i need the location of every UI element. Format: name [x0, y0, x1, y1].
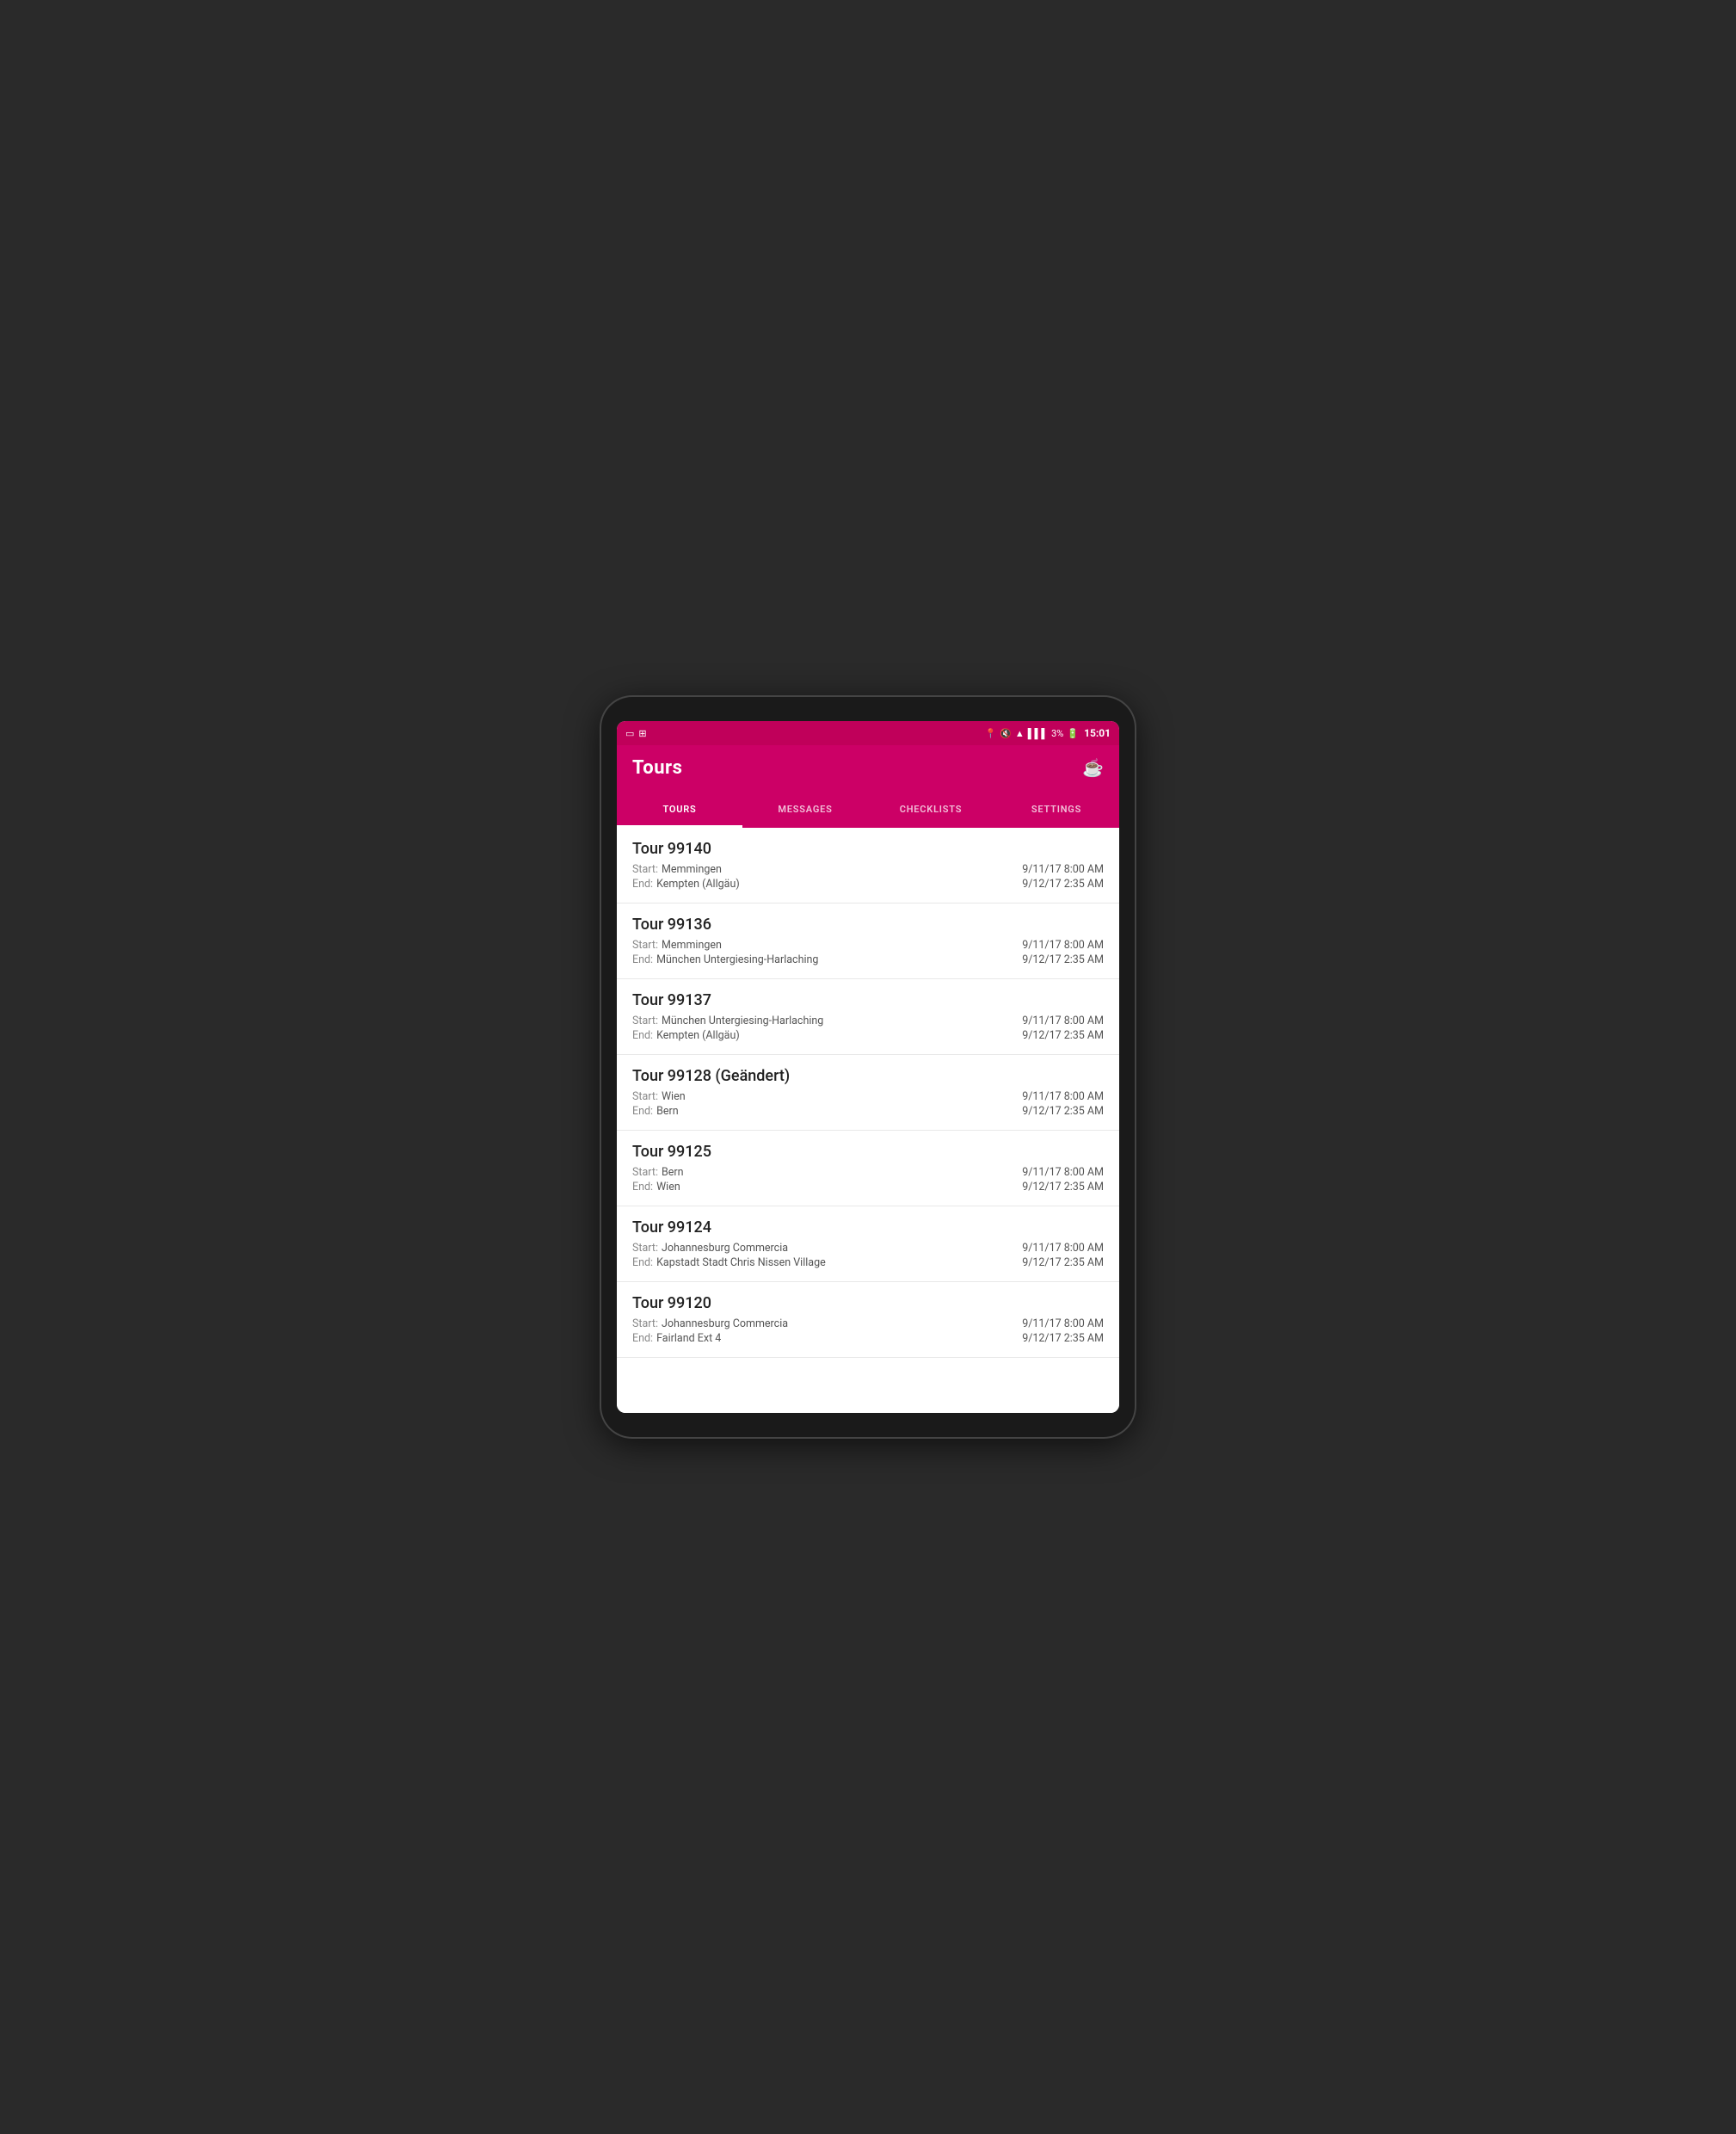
mute-icon: 🔇 — [1000, 728, 1012, 739]
tour-title: Tour 99124 — [632, 1218, 1104, 1237]
list-item[interactable]: Tour 99137 Start: München Untergiesing-H… — [617, 979, 1119, 1055]
location-icon: 📍 — [984, 728, 996, 739]
end-date: 9/12/17 2:35 AM — [1022, 1181, 1104, 1193]
end-date: 9/12/17 2:35 AM — [1022, 1256, 1104, 1269]
end-location: Kempten (Allgäu) — [656, 878, 740, 891]
tour-end-row: End: Bern 9/12/17 2:35 AM — [632, 1105, 1104, 1118]
image-icon: ⊞ — [638, 728, 646, 739]
end-label: End: — [632, 1256, 653, 1269]
tour-end-row: End: Wien 9/12/17 2:35 AM — [632, 1181, 1104, 1193]
tour-start-row: Start: Memmingen 9/11/17 8:00 AM — [632, 939, 1104, 952]
tablet-screen: ▭ ⊞ 📍 🔇 ▲ ▌▌▌ 3% 🔋 15:01 Tours ☕ TOURS — [617, 721, 1119, 1413]
tab-bar: TOURS MESSAGES CHECKLISTS SETTINGS — [617, 790, 1119, 828]
start-label: Start: — [632, 1317, 658, 1330]
start-location: Memmingen — [662, 863, 722, 876]
start-location: Johannesburg Commercia — [662, 1242, 788, 1255]
tour-start-row: Start: Johannesburg Commercia 9/11/17 8:… — [632, 1242, 1104, 1255]
start-label: Start: — [632, 939, 658, 952]
list-item[interactable]: Tour 99120 Start: Johannesburg Commercia… — [617, 1282, 1119, 1358]
tour-title: Tour 99125 — [632, 1143, 1104, 1161]
signal-icon: ▌▌▌ — [1028, 728, 1048, 739]
end-location: Kapstadt Stadt Chris Nissen Village — [656, 1256, 826, 1269]
tablet-frame: ▭ ⊞ 📍 🔇 ▲ ▌▌▌ 3% 🔋 15:01 Tours ☕ TOURS — [601, 697, 1135, 1437]
status-bar: ▭ ⊞ 📍 🔇 ▲ ▌▌▌ 3% 🔋 15:01 — [617, 721, 1119, 745]
start-date: 9/11/17 8:00 AM — [1022, 1015, 1104, 1027]
start-date: 9/11/17 8:00 AM — [1022, 939, 1104, 952]
status-left-icons: ▭ ⊞ — [625, 728, 647, 739]
tour-start-row: Start: München Untergiesing-Harlaching 9… — [632, 1015, 1104, 1027]
start-location: München Untergiesing-Harlaching — [662, 1015, 823, 1027]
start-date: 9/11/17 8:00 AM — [1022, 1166, 1104, 1179]
battery-text: 3% — [1051, 728, 1063, 739]
list-item[interactable]: Tour 99128 (Geändert) Start: Wien 9/11/1… — [617, 1055, 1119, 1131]
status-right-icons: 📍 🔇 ▲ ▌▌▌ 3% 🔋 15:01 — [984, 727, 1111, 739]
tour-title: Tour 99137 — [632, 991, 1104, 1009]
tour-title: Tour 99120 — [632, 1294, 1104, 1312]
tour-start-row: Start: Wien 9/11/17 8:00 AM — [632, 1090, 1104, 1103]
list-item[interactable]: Tour 99140 Start: Memmingen 9/11/17 8:00… — [617, 828, 1119, 904]
end-label: End: — [632, 1332, 653, 1345]
tour-end-row: End: Fairland Ext 4 9/12/17 2:35 AM — [632, 1332, 1104, 1345]
tour-start-location-group: Start: Memmingen — [632, 863, 722, 876]
start-label: Start: — [632, 1015, 658, 1027]
wifi-icon: ▲ — [1015, 728, 1025, 739]
end-location: Bern — [656, 1105, 679, 1118]
end-location: München Untergiesing-Harlaching — [656, 953, 818, 966]
clock-time: 15:01 — [1084, 727, 1111, 739]
end-date: 9/12/17 2:35 AM — [1022, 1029, 1104, 1042]
end-location: Wien — [656, 1181, 680, 1193]
start-date: 9/11/17 8:00 AM — [1022, 1242, 1104, 1255]
start-location: Memmingen — [662, 939, 722, 952]
start-location: Johannesburg Commercia — [662, 1317, 788, 1330]
tab-tours[interactable]: TOURS — [617, 790, 742, 828]
tour-end-location-group: End: Kempten (Allgäu) — [632, 878, 740, 891]
start-date: 9/11/17 8:00 AM — [1022, 863, 1104, 876]
tour-end-row: End: München Untergiesing-Harlaching 9/1… — [632, 953, 1104, 966]
end-label: End: — [632, 1029, 653, 1042]
tour-start-row: Start: Memmingen 9/11/17 8:00 AM — [632, 863, 1104, 876]
start-label: Start: — [632, 1090, 658, 1103]
end-date: 9/12/17 2:35 AM — [1022, 953, 1104, 966]
list-item[interactable]: Tour 99136 Start: Memmingen 9/11/17 8:00… — [617, 904, 1119, 979]
tab-messages[interactable]: MESSAGES — [742, 790, 868, 828]
start-label: Start: — [632, 1166, 658, 1179]
tour-list: Tour 99140 Start: Memmingen 9/11/17 8:00… — [617, 828, 1119, 1413]
tablet-icon: ▭ — [625, 728, 634, 739]
tab-settings[interactable]: SETTINGS — [994, 790, 1119, 828]
tour-end-row: End: Kempten (Allgäu) 9/12/17 2:35 AM — [632, 878, 1104, 891]
end-date: 9/12/17 2:35 AM — [1022, 878, 1104, 891]
coffee-icon[interactable]: ☕ — [1082, 757, 1104, 778]
list-item[interactable]: Tour 99124 Start: Johannesburg Commercia… — [617, 1206, 1119, 1282]
end-location: Fairland Ext 4 — [656, 1332, 721, 1345]
start-location: Wien — [662, 1090, 686, 1103]
end-location: Kempten (Allgäu) — [656, 1029, 740, 1042]
end-label: End: — [632, 878, 653, 891]
app-title: Tours — [632, 757, 682, 779]
app-bar: Tours ☕ — [617, 745, 1119, 790]
end-date: 9/12/17 2:35 AM — [1022, 1332, 1104, 1345]
end-date: 9/12/17 2:35 AM — [1022, 1105, 1104, 1118]
end-label: End: — [632, 1105, 653, 1118]
start-date: 9/11/17 8:00 AM — [1022, 1090, 1104, 1103]
tour-start-row: Start: Johannesburg Commercia 9/11/17 8:… — [632, 1317, 1104, 1330]
list-item[interactable]: Tour 99125 Start: Bern 9/11/17 8:00 AM E… — [617, 1131, 1119, 1206]
tour-end-row: End: Kapstadt Stadt Chris Nissen Village… — [632, 1256, 1104, 1269]
tour-title: Tour 99128 (Geändert) — [632, 1067, 1104, 1085]
tour-title: Tour 99140 — [632, 840, 1104, 858]
tour-title: Tour 99136 — [632, 916, 1104, 934]
start-location: Bern — [662, 1166, 684, 1179]
start-label: Start: — [632, 1242, 658, 1255]
tab-checklists[interactable]: CHECKLISTS — [868, 790, 994, 828]
start-label: Start: — [632, 863, 658, 876]
start-date: 9/11/17 8:00 AM — [1022, 1317, 1104, 1330]
tour-end-row: End: Kempten (Allgäu) 9/12/17 2:35 AM — [632, 1029, 1104, 1042]
tour-start-row: Start: Bern 9/11/17 8:00 AM — [632, 1166, 1104, 1179]
end-label: End: — [632, 1181, 653, 1193]
battery-icon: 🔋 — [1067, 728, 1079, 739]
end-label: End: — [632, 953, 653, 966]
